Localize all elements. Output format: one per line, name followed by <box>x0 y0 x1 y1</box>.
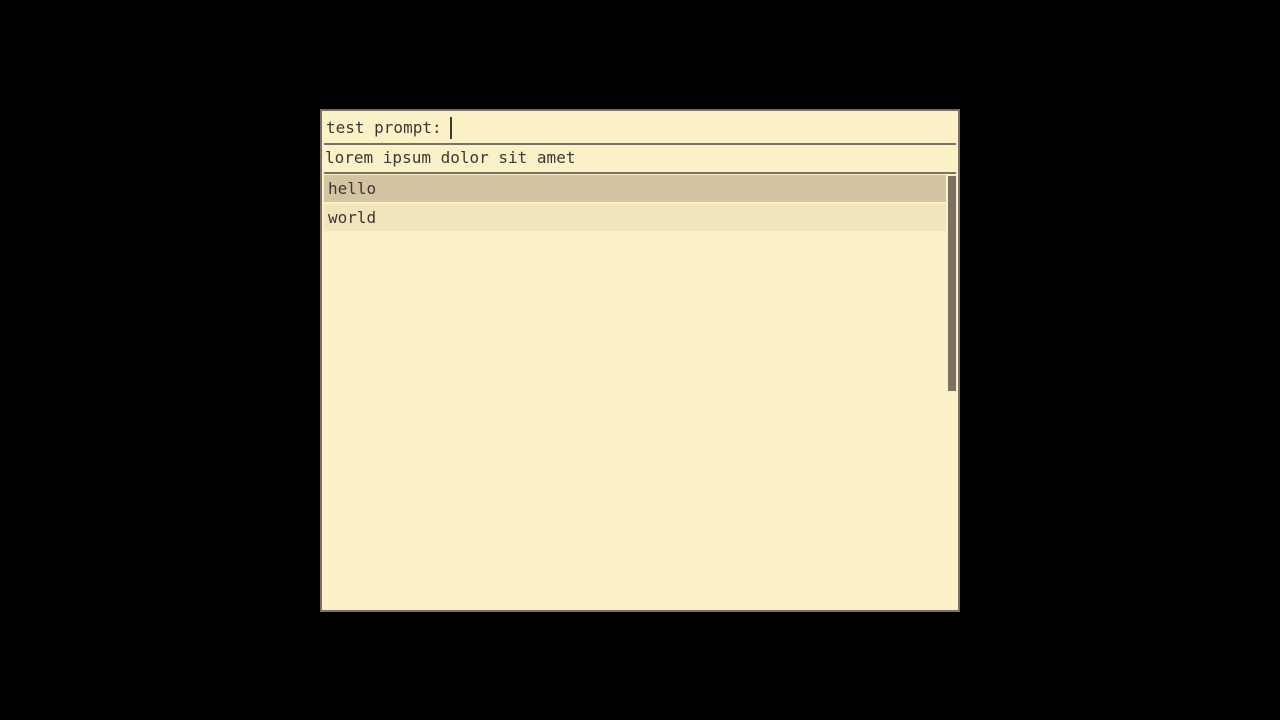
scrollbar[interactable] <box>948 176 956 391</box>
list-item-world[interactable]: world <box>324 204 946 231</box>
message-line: lorem ipsum dolor sit amet <box>325 148 576 167</box>
results-list: hello world <box>324 175 946 233</box>
prompt-label: test prompt: <box>326 118 442 137</box>
separator <box>324 143 956 145</box>
list-item-hello[interactable]: hello <box>324 175 946 202</box>
prompt-menu: test prompt: lorem ipsum dolor sit amet … <box>320 109 960 612</box>
prompt-input[interactable] <box>451 117 852 139</box>
prompt-line: test prompt: <box>326 117 852 139</box>
separator <box>324 172 956 174</box>
